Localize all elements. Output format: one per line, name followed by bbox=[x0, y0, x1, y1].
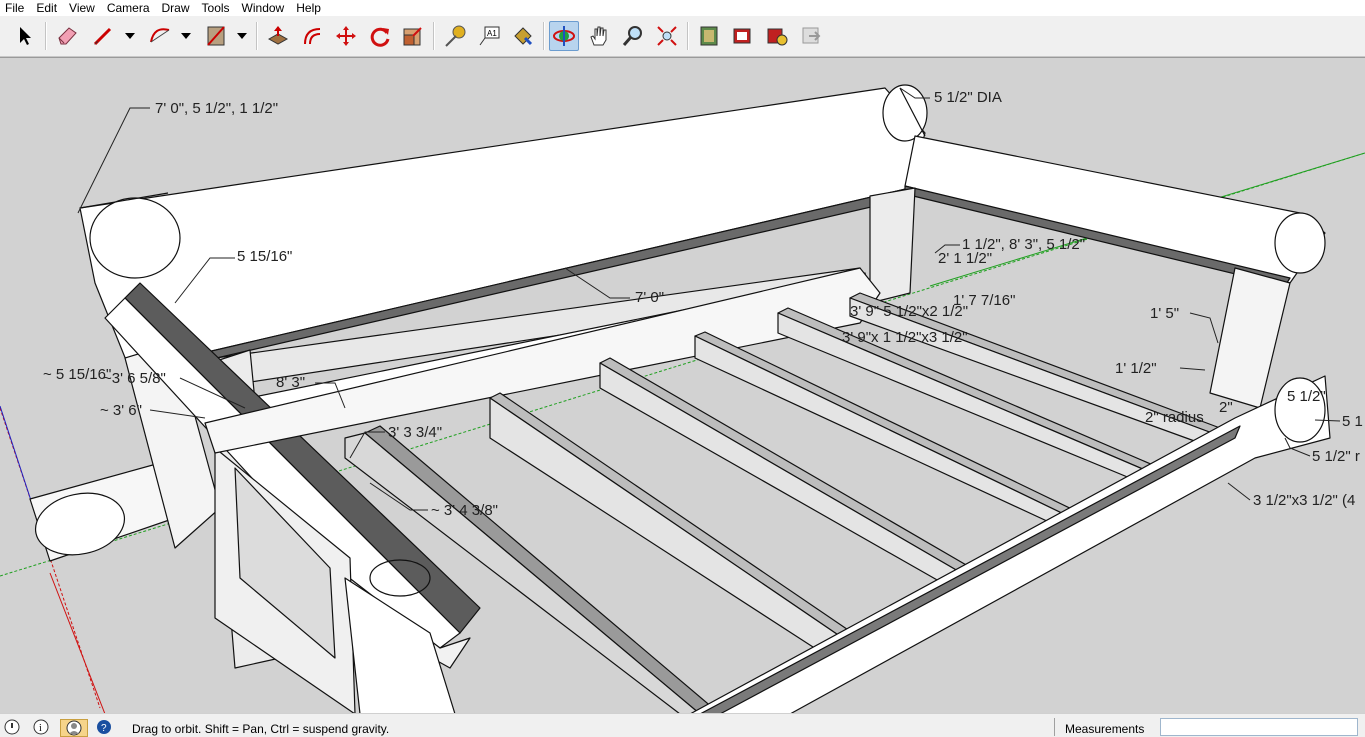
back-right-post bbox=[869, 187, 916, 304]
menu-camera[interactable]: Camera bbox=[101, 0, 156, 16]
eraser-tool-icon[interactable] bbox=[52, 21, 82, 51]
menu-draw[interactable]: Draw bbox=[156, 0, 196, 16]
geo-location-icon[interactable] bbox=[4, 719, 20, 735]
dimension-label: 1' 5" bbox=[1150, 305, 1180, 322]
toolbar-separator bbox=[256, 22, 258, 50]
menu-tools[interactable]: Tools bbox=[196, 0, 236, 16]
measurements-input[interactable] bbox=[1160, 718, 1358, 736]
toolbar-separator bbox=[433, 22, 435, 50]
dimension-label: ~ 3' 6" bbox=[100, 402, 142, 419]
svg-text:i: i bbox=[39, 723, 42, 734]
rectangle-tool-icon[interactable] bbox=[201, 21, 231, 51]
dimension-label: ~3' 6 5/8" bbox=[103, 370, 166, 387]
menu-help[interactable]: Help bbox=[290, 0, 327, 16]
dimension-label: 2' 1 1/2" bbox=[938, 250, 993, 267]
warehouse-icon[interactable] bbox=[694, 21, 724, 51]
tape-measure-tool-icon[interactable] bbox=[440, 21, 470, 51]
credits-icon[interactable]: i bbox=[33, 719, 49, 735]
model-viewport[interactable]: 7' 0", 5 1/2", 1 1/2" 5 1/2" DIA 5 15/16… bbox=[0, 57, 1365, 714]
slat-1 bbox=[489, 397, 851, 659]
dimension-label: 7' 0" bbox=[635, 289, 665, 306]
menu-bar: File Edit View Camera Draw Tools Window … bbox=[0, 0, 1365, 16]
dimension-label: 3' 9"x 1 1/2"x3 1/2" bbox=[842, 329, 968, 346]
status-separator bbox=[1054, 718, 1055, 736]
pan-tool-icon[interactable] bbox=[584, 21, 614, 51]
dimension-label: 3' 9" 5 1/2"x2 1/2" bbox=[850, 303, 969, 320]
zoom-tool-icon[interactable] bbox=[618, 21, 648, 51]
select-tool-icon[interactable] bbox=[10, 21, 40, 51]
toolbar-separator bbox=[45, 22, 47, 50]
paint-bucket-tool-icon[interactable] bbox=[508, 21, 538, 51]
menu-view[interactable]: View bbox=[63, 0, 101, 16]
dimension-label: 5 1/2" DIA bbox=[934, 89, 1002, 106]
send-to-layout-icon[interactable] bbox=[796, 21, 826, 51]
back-log-end-left bbox=[89, 197, 181, 279]
dimension-label: 5 1/2" r bbox=[1312, 448, 1360, 465]
dimension-label: 3 1/2"x3 1/2" (4 bbox=[1253, 492, 1356, 509]
right-arm-end bbox=[1274, 212, 1326, 274]
arc-tool-icon[interactable] bbox=[145, 21, 175, 51]
menu-file[interactable]: File bbox=[0, 0, 30, 16]
svg-text:?: ? bbox=[101, 723, 107, 734]
zoom-extents-tool-icon[interactable] bbox=[652, 21, 682, 51]
measurements-label: Measurements bbox=[1065, 722, 1145, 736]
dimension-label: 5 15/16" bbox=[237, 248, 293, 265]
status-bar: i ? Drag to orbit. Shift = Pan, Ctrl = s… bbox=[0, 713, 1365, 737]
dimension-label: 7' 0", 5 1/2", 1 1/2" bbox=[155, 100, 279, 117]
dimension-label: 2" radius bbox=[1145, 409, 1204, 426]
line-tool-icon[interactable] bbox=[88, 21, 118, 51]
swing-bed-model bbox=[0, 84, 1365, 714]
extension-warehouse-icon[interactable] bbox=[728, 21, 758, 51]
front-right-post bbox=[1209, 267, 1291, 409]
menu-window[interactable]: Window bbox=[236, 0, 291, 16]
red-axis-solid bbox=[49, 572, 106, 714]
offset-tool-icon[interactable] bbox=[297, 21, 327, 51]
scale-tool-icon[interactable] bbox=[398, 21, 428, 51]
status-message: Drag to orbit. Shift = Pan, Ctrl = suspe… bbox=[132, 722, 390, 736]
extension-manager-icon[interactable] bbox=[762, 21, 792, 51]
dimension-label: 5 1 bbox=[1342, 413, 1363, 430]
dimension-label: 8' 3" bbox=[276, 374, 306, 391]
help-icon[interactable]: ? bbox=[96, 719, 112, 735]
svg-text:A1: A1 bbox=[487, 29, 497, 38]
dimension-label: 3' 3 3/4" bbox=[388, 424, 443, 441]
dimension-label: 1' 1/2" bbox=[1115, 360, 1157, 377]
back-log-end-right bbox=[882, 84, 928, 142]
move-tool-icon[interactable] bbox=[331, 21, 361, 51]
dimension-label: ~ 5 15/16" bbox=[43, 366, 112, 383]
text-tool-icon[interactable]: A1 bbox=[474, 21, 504, 51]
dimension-label: ~ 3' 4 3/8" bbox=[431, 502, 498, 519]
orbit-tool-icon[interactable] bbox=[549, 21, 579, 51]
push-pull-tool-icon[interactable] bbox=[263, 21, 293, 51]
chevron-down-icon[interactable] bbox=[124, 29, 136, 43]
chevron-down-icon[interactable] bbox=[180, 29, 192, 43]
menu-edit[interactable]: Edit bbox=[30, 0, 63, 16]
user-account-icon[interactable] bbox=[60, 719, 88, 737]
chevron-down-icon[interactable] bbox=[236, 29, 248, 43]
toolbar-separator bbox=[687, 22, 689, 50]
main-toolbar: A1 bbox=[0, 16, 1365, 57]
dimension-label: 5 1/2" bbox=[1287, 388, 1326, 405]
toolbar-separator bbox=[543, 22, 545, 50]
rotate-tool-icon[interactable] bbox=[365, 21, 395, 51]
dimension-label: 2" bbox=[1219, 399, 1233, 416]
